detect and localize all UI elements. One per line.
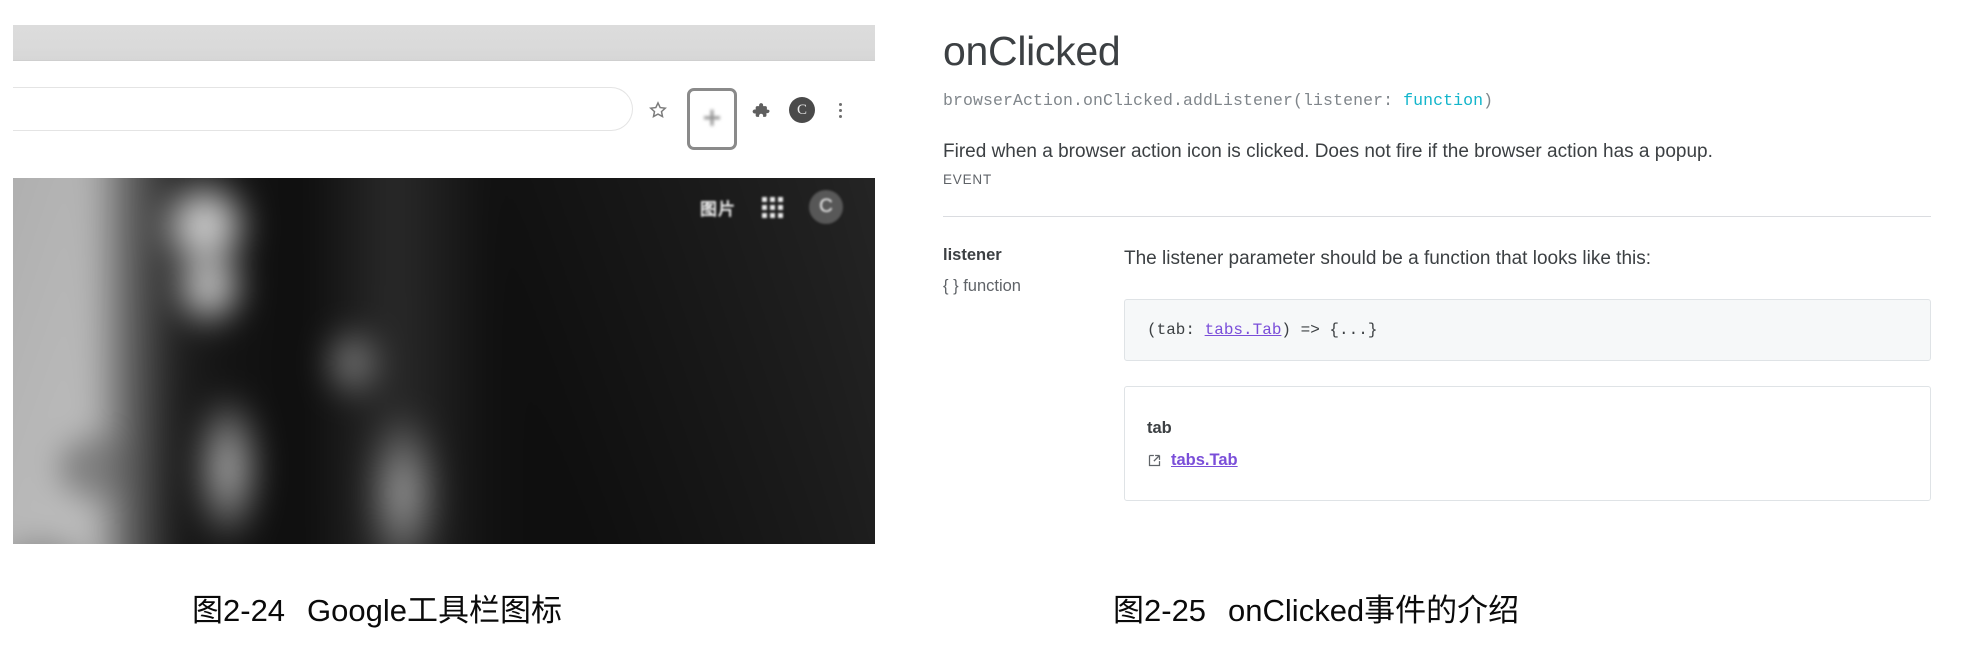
- parameter-row: listener { } function The listener param…: [943, 246, 1931, 501]
- parameter-description: The listener parameter should be a funct…: [1124, 248, 1652, 269]
- signature-suffix: ): [1483, 91, 1494, 110]
- google-homepage-photo: 图片 C: [13, 178, 875, 544]
- code-suffix: ) => {...}: [1281, 321, 1378, 339]
- figure-google-toolbar-screenshot: C 图片 C: [13, 25, 875, 544]
- avatar-initial: C: [789, 97, 815, 123]
- property-name: tab: [1147, 419, 1172, 437]
- blurred-background-photo: [13, 178, 875, 544]
- external-link-icon: [1148, 454, 1161, 467]
- puzzle-piece-icon[interactable]: [739, 89, 781, 131]
- code-prefix: (tab:: [1147, 321, 1205, 339]
- highlighted-extension-icon[interactable]: [687, 88, 737, 150]
- tabs-tab-code-link[interactable]: tabs.Tab: [1205, 321, 1282, 339]
- code-sample: (tab: tabs.Tab) => {...}: [1124, 299, 1931, 361]
- caption-right-text: onClicked事件的介绍: [1228, 593, 1520, 628]
- signature-prefix: browserAction.onClicked.addListener(list…: [943, 91, 1404, 110]
- apps-grid-icon[interactable]: [762, 196, 783, 218]
- toolbar-icon-group: C: [637, 89, 857, 131]
- caption-left-text: Google工具栏图标: [307, 593, 563, 628]
- section-divider: [943, 216, 1931, 217]
- figure-onclicked-doc-screenshot: onClicked browserAction.onClicked.addLis…: [943, 26, 1931, 531]
- browser-toolbar: C: [13, 61, 875, 177]
- star-icon[interactable]: [637, 89, 679, 131]
- extension-action-icon: [704, 109, 720, 126]
- tabs-tab-type-link[interactable]: tabs.Tab: [1171, 451, 1238, 470]
- images-link[interactable]: 图片: [700, 195, 736, 220]
- event-description: Fired when a browser action icon is clic…: [943, 141, 1713, 162]
- parameter-body: The listener parameter should be a funct…: [1124, 246, 1931, 501]
- address-bar[interactable]: [13, 87, 633, 131]
- three-dot-menu-icon[interactable]: [823, 89, 857, 131]
- signature-keyword: function: [1403, 91, 1484, 110]
- avatar[interactable]: C: [781, 89, 823, 131]
- google-page-header: 图片 C: [700, 190, 843, 224]
- event-kind-label: EVENT: [943, 172, 993, 187]
- property-type-row: tabs.Tab: [1147, 451, 1908, 470]
- account-avatar[interactable]: C: [809, 190, 843, 224]
- caption-figure-2-24: 图2-24 Google工具栏图标: [192, 585, 562, 630]
- caption-right-number: 图2-25: [1113, 593, 1207, 628]
- tab-property-card: tab tabs.Tab: [1124, 386, 1931, 501]
- caption-left-number: 图2-24: [192, 593, 286, 628]
- browser-tab-strip: [13, 25, 875, 61]
- caption-figure-2-25: 图2-25 onClicked事件的介绍: [1113, 585, 1519, 630]
- parameter-name: listener: [943, 246, 1002, 264]
- parameter-type: { } function: [943, 277, 1021, 295]
- parameter-meta: listener { } function: [943, 246, 1124, 501]
- page-title: onClicked: [943, 28, 1121, 74]
- method-signature: browserAction.onClicked.addListener(list…: [943, 91, 1931, 110]
